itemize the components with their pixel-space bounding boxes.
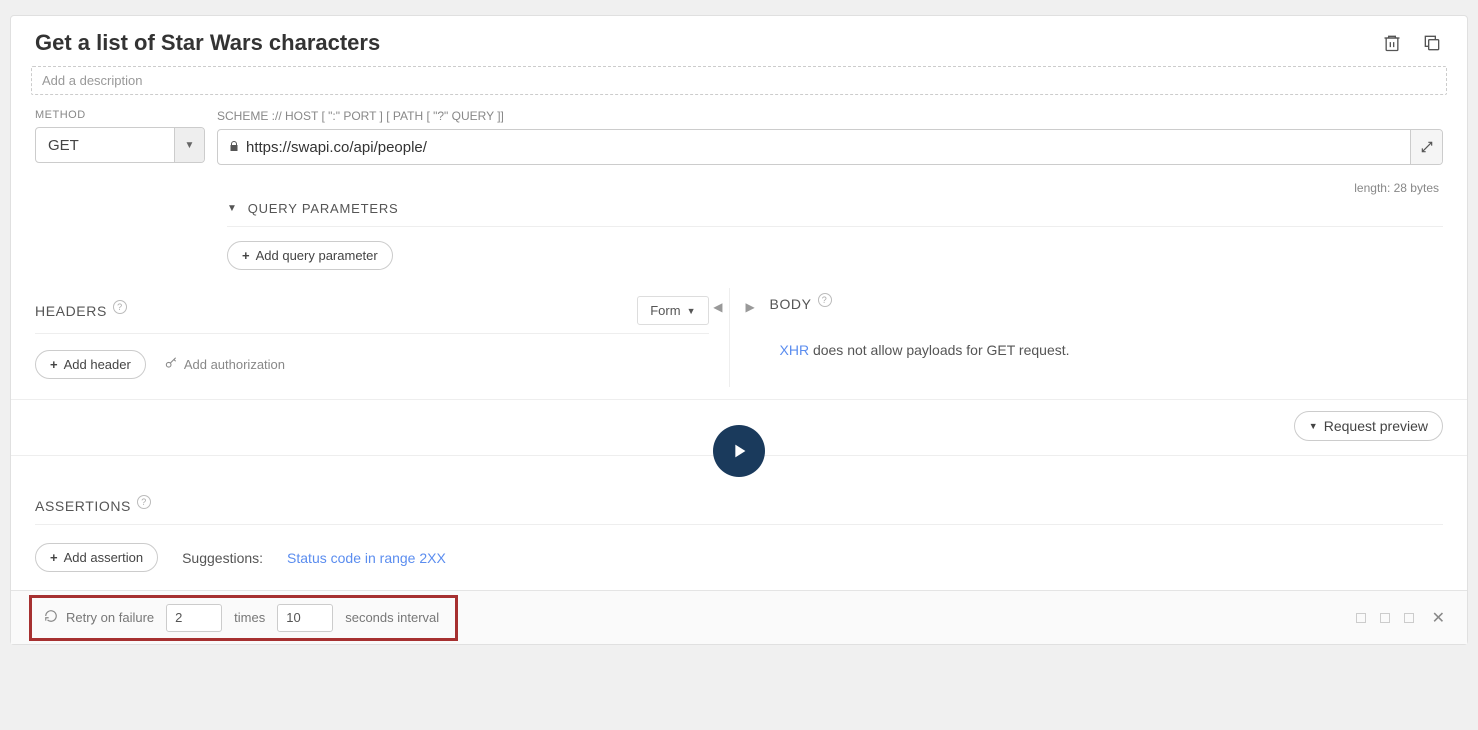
grid-handle-icon[interactable]: [1404, 613, 1414, 623]
title-row: Get a list of Star Wars characters: [11, 16, 1467, 66]
retry-times-input[interactable]: [166, 604, 222, 632]
add-header-button[interactable]: + Add header: [35, 350, 146, 379]
add-assertion-label: Add assertion: [64, 550, 144, 565]
plus-icon: +: [50, 357, 58, 372]
query-parameters-section: ▼ QUERY PARAMETERS + Add query parameter: [11, 195, 1467, 288]
add-assertion-button[interactable]: + Add assertion: [35, 543, 158, 572]
retry-times-label: times: [234, 610, 265, 625]
retry-label: Retry on failure: [66, 610, 154, 625]
assertions-actions: + Add assertion Suggestions: Status code…: [35, 525, 1443, 572]
description-placeholder: Add a description: [42, 73, 142, 88]
url-column: SCHEME :// HOST [ ":" PORT ] [ PATH [ "?…: [217, 109, 1443, 165]
grid-handle-icon[interactable]: [1356, 613, 1366, 623]
play-icon: [728, 440, 750, 462]
headers-body-row: HEADERS ? Form ▼ ◀ + Add header: [11, 288, 1467, 399]
magic-wand-icon[interactable]: [1410, 130, 1442, 164]
retry-label-group: Retry on failure: [44, 609, 154, 626]
key-icon: [164, 356, 178, 373]
caret-down-icon: ▼: [687, 306, 696, 316]
method-value: GET: [36, 128, 174, 162]
suggestions-label: Suggestions:: [182, 550, 263, 566]
method-column: METHOD GET ▼: [35, 109, 205, 165]
retry-highlight-box: Retry on failure times seconds interval: [29, 595, 458, 641]
retry-right-controls: ✕: [1356, 608, 1449, 628]
query-parameters-header[interactable]: ▼ QUERY PARAMETERS: [227, 195, 1443, 227]
close-icon[interactable]: ✕: [1428, 608, 1449, 628]
headers-column: HEADERS ? Form ▼ ◀ + Add header: [35, 288, 729, 387]
body-message: XHR does not allow payloads for GET requ…: [770, 320, 1444, 366]
body-msg-rest: does not allow payloads for GET request.: [809, 342, 1069, 358]
title-actions: [1381, 32, 1443, 54]
method-label: METHOD: [35, 109, 205, 121]
request-title[interactable]: Get a list of Star Wars characters: [35, 30, 380, 56]
body-label: BODY: [770, 296, 812, 312]
method-select[interactable]: GET ▼: [35, 127, 205, 163]
plus-icon: +: [242, 248, 250, 263]
headers-label: HEADERS: [35, 303, 107, 319]
body-section-head: BODY ?: [770, 288, 1444, 320]
add-header-label: Add header: [64, 357, 131, 372]
delete-icon[interactable]: [1381, 32, 1403, 54]
length-info: length: 28 bytes: [11, 177, 1467, 195]
method-url-row: METHOD GET ▼ SCHEME :// HOST [ ":" PORT …: [11, 109, 1467, 177]
add-authorization-link[interactable]: Add authorization: [164, 356, 285, 373]
url-input-wrap: [217, 129, 1443, 165]
play-button[interactable]: [713, 425, 765, 477]
retry-interval-label: seconds interval: [345, 610, 439, 625]
headers-section-head: HEADERS ? Form ▼: [35, 288, 709, 334]
plus-icon: +: [50, 550, 58, 565]
retry-bar: Retry on failure times seconds interval …: [11, 590, 1467, 644]
duplicate-icon[interactable]: [1421, 32, 1443, 54]
help-icon[interactable]: ?: [113, 300, 127, 314]
add-query-parameter-button[interactable]: + Add query parameter: [227, 241, 393, 270]
add-authorization-label: Add authorization: [184, 357, 285, 372]
play-container: [11, 425, 1467, 455]
collapse-left-icon[interactable]: ◀: [713, 300, 722, 314]
url-input[interactable]: [246, 130, 1410, 164]
chevron-down-icon: ▼: [174, 128, 204, 162]
form-label: Form: [650, 303, 680, 318]
add-query-parameter-label: Add query parameter: [256, 248, 378, 263]
headers-format-select[interactable]: Form ▼: [637, 296, 708, 325]
caret-down-icon: ▼: [227, 203, 238, 214]
body-xhr-link[interactable]: XHR: [780, 342, 810, 358]
lock-icon: [218, 140, 246, 155]
headers-actions: + Add header Add authorization: [35, 334, 709, 387]
scheme-label: SCHEME :// HOST [ ":" PORT ] [ PATH [ "?…: [217, 109, 1443, 123]
collapse-right-icon[interactable]: ▶: [746, 300, 755, 314]
assertions-head: ASSERTIONS ?: [35, 498, 1443, 525]
suggestion-link[interactable]: Status code in range 2XX: [287, 550, 446, 566]
help-icon[interactable]: ?: [137, 495, 151, 509]
query-parameters-label: QUERY PARAMETERS: [248, 201, 399, 216]
request-panel: Get a list of Star Wars characters Add a…: [10, 15, 1468, 645]
help-icon[interactable]: ?: [818, 293, 832, 307]
assertions-label: ASSERTIONS: [35, 498, 131, 514]
grid-handle-icon[interactable]: [1380, 613, 1390, 623]
body-column: ▶ BODY ? XHR does not allow payloads for…: [729, 288, 1444, 387]
retry-icon: [44, 609, 58, 626]
description-input[interactable]: Add a description: [31, 66, 1447, 95]
retry-interval-input[interactable]: [277, 604, 333, 632]
